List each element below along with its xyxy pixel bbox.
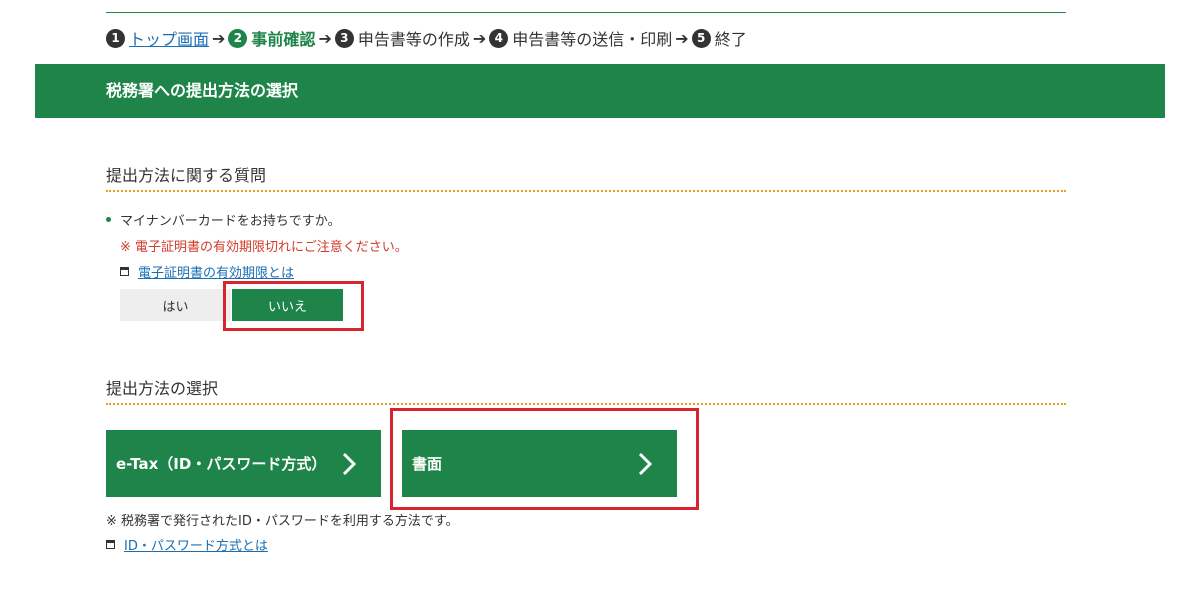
expiry-warning: ※ 電子証明書の有効期限切れにご注意ください。 — [120, 240, 408, 255]
step-label-create: 申告書等の作成 — [357, 30, 470, 49]
highlight-box-paper — [390, 408, 699, 510]
etax-button-label: e-Tax（ID・パスワード方式） — [116, 455, 327, 473]
id-password-method-link[interactable]: ID・パスワード方式とは — [124, 535, 268, 554]
question-item: マイナンバーカードをお持ちですか。 — [106, 210, 340, 229]
step-5: 5 終了 — [691, 26, 747, 50]
step-3: 3 申告書等の作成 — [334, 26, 470, 50]
yes-button[interactable]: はい — [120, 289, 231, 321]
step-label-finish: 終了 — [714, 30, 747, 49]
section-divider — [106, 190, 1066, 192]
new-window-icon — [120, 267, 129, 276]
step-arrow: ➔ — [472, 28, 487, 48]
step-number-3: 3 — [334, 28, 354, 48]
highlight-box-no — [223, 281, 364, 331]
step-number-1: 1 — [106, 28, 125, 48]
step-label-top[interactable]: トップ画面 — [129, 26, 209, 50]
step-number-2: 2 — [228, 28, 248, 48]
question-text: マイナンバーカードをお持ちですか。 — [120, 214, 341, 229]
step-number-5: 5 — [691, 28, 711, 48]
step-4: 4 申告書等の送信・印刷 — [489, 26, 672, 50]
question-section-heading: 提出方法に関する質問 — [106, 166, 267, 185]
chevron-right-icon — [342, 452, 356, 476]
step-arrow: ➔ — [318, 28, 332, 48]
id-password-link-row: ID・パスワード方式とは — [106, 535, 268, 554]
new-window-icon — [106, 540, 115, 549]
step-number-4: 4 — [489, 28, 509, 48]
step-2: 2 事前確認 — [228, 26, 315, 50]
top-divider — [106, 12, 1066, 13]
step-arrow: ➔ — [675, 28, 689, 48]
step-arrow: ➔ — [212, 28, 226, 48]
step-label-precheck: 事前確認 — [251, 30, 316, 49]
cert-expiry-link-row: 電子証明書の有効期限とは — [120, 262, 294, 281]
page-title: 税務署への提出方法の選択 — [106, 81, 299, 100]
method-section-heading: 提出方法の選択 — [106, 379, 219, 398]
progress-breadcrumb: 1 トップ画面 ➔ 2 事前確認 ➔ 3 申告書等の作成 ➔ 4 申告書等の送信… — [106, 26, 747, 50]
section-divider — [106, 403, 1066, 405]
bullet-icon — [106, 217, 111, 222]
step-1[interactable]: 1 トップ画面 — [106, 26, 209, 50]
step-label-send-print: 申告書等の送信・印刷 — [512, 30, 673, 49]
etax-note: ※ 税務署で発行されたID・パスワードを利用する方法です。 — [106, 514, 459, 529]
cert-expiry-link[interactable]: 電子証明書の有効期限とは — [138, 262, 294, 281]
page-banner: 税務署への提出方法の選択 — [35, 64, 1165, 118]
etax-button[interactable]: e-Tax（ID・パスワード方式） — [106, 430, 381, 497]
